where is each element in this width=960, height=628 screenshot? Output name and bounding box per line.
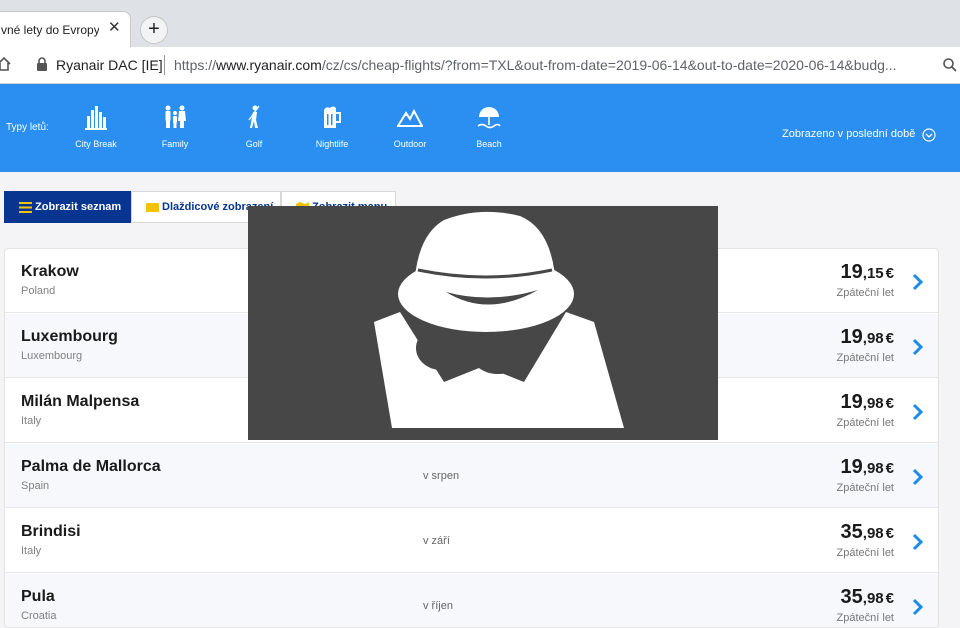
destination-city: Pula [21, 588, 55, 605]
travel-month: v srpen [423, 470, 460, 482]
category-label: City Break [75, 139, 117, 149]
tab-strip: vné lety do Evropy | ✕ + [0, 0, 960, 47]
category-label: Nightlife [315, 139, 349, 149]
category-beach[interactable]: Beach [459, 104, 519, 149]
flight-row[interactable]: Brindisi Italy v září 35,98 € Zpáteční le… [5, 509, 938, 573]
list-view-button[interactable]: Zobrazit seznam [4, 191, 131, 223]
recently-viewed-toggle[interactable]: Zobrazeno v poslední době [782, 128, 915, 140]
new-tab-button[interactable]: + [140, 16, 168, 44]
zoom-icon[interactable] [942, 57, 958, 73]
price: 35,98 € [841, 521, 894, 544]
travel-month: v září [423, 535, 450, 547]
category-family[interactable]: Family [145, 104, 205, 149]
price: 19,98 € [841, 326, 894, 349]
url-field[interactable]: https://www.ryanair.com/cz/cs/cheap-flig… [174, 57, 934, 73]
category-label: Beach [476, 139, 502, 149]
price-integer: 19 [840, 261, 863, 283]
chevron-right-icon[interactable] [912, 273, 924, 291]
price-decimal: ,98 [862, 590, 884, 607]
price-currency: € [885, 525, 894, 542]
category-outdoor[interactable]: Outdoor [380, 104, 440, 149]
category-label: Golf [245, 139, 263, 149]
tiles-icon [146, 203, 159, 212]
destination-country: Italy [21, 415, 42, 427]
chevron-right-icon[interactable] [912, 598, 924, 616]
incognito-icon [374, 211, 624, 428]
price: 19,98 € [841, 391, 894, 414]
destination-country: Italy [21, 545, 42, 557]
fare-type: Zpáteční let [836, 287, 894, 299]
destination-city: Milán Malpensa [21, 393, 140, 410]
url-prefix: https:// [174, 57, 217, 73]
price-currency: € [885, 395, 894, 412]
fare-type: Zpáteční let [836, 612, 894, 624]
category-city-break[interactable]: City Break [66, 104, 126, 149]
destination-city: Brindisi [21, 523, 81, 540]
category-nightlife[interactable]: Nightlife [302, 104, 362, 149]
incognito-overlay [248, 206, 718, 440]
mountain-icon [397, 108, 423, 127]
chevron-right-icon[interactable] [912, 533, 924, 551]
tab-close-icon[interactable]: ✕ [108, 19, 121, 37]
price: 35,98 € [841, 586, 894, 609]
price-currency: € [885, 265, 894, 282]
fare-type: Zpáteční let [836, 482, 894, 494]
chevron-down-circle-icon[interactable] [922, 128, 936, 142]
chevron-right-icon[interactable] [912, 403, 924, 421]
umbrella-icon [477, 107, 501, 129]
site-identity[interactable]: Ryanair DAC [IE] [56, 57, 163, 73]
tab-title: vné lety do Evropy | [1, 23, 99, 37]
url-host: www.ryanair.com [216, 57, 322, 73]
chevron-right-icon[interactable] [912, 338, 924, 356]
flight-types-bar: Typy letů: City Break Family Golf Nightl… [0, 84, 960, 172]
home-icon[interactable] [0, 56, 12, 72]
fare-type: Zpáteční let [836, 352, 894, 364]
url-path: /cz/cs/cheap-flights/?from=TXL&out-from-… [321, 57, 897, 73]
price-integer: 35 [840, 586, 863, 608]
price-currency: € [885, 590, 894, 607]
flight-types-label: Typy letů: [6, 122, 49, 133]
destination-country: Poland [21, 285, 56, 297]
category-label: Family [161, 139, 189, 149]
category-golf[interactable]: Golf [224, 104, 284, 149]
price-decimal: ,15 [862, 265, 884, 282]
price-decimal: ,98 [862, 330, 884, 347]
browser-tab[interactable]: vné lety do Evropy | ✕ [0, 11, 131, 47]
price-currency: € [885, 460, 894, 477]
destination-city: Palma de Mallorca [21, 458, 161, 475]
fare-type: Zpáteční let [836, 417, 894, 429]
city-icon [85, 106, 107, 130]
price-decimal: ,98 [862, 460, 884, 477]
list-icon [19, 202, 32, 213]
destination-country: Luxembourg [21, 350, 83, 362]
flight-row[interactable]: Pula Croatia v říjen 35,98 € Zpáteční let [5, 574, 938, 627]
price: 19,15 € [841, 261, 894, 284]
destination-city: Luxembourg [21, 328, 118, 345]
address-separator [164, 55, 165, 75]
flight-row[interactable]: Palma de Mallorca Spain v srpen 19,98 € Z… [5, 444, 938, 508]
destination-city: Krakow [21, 263, 79, 280]
price-decimal: ,98 [862, 395, 884, 412]
list-view-label: Zobrazit seznam [35, 201, 122, 213]
family-icon [165, 105, 186, 128]
price-currency: € [885, 330, 894, 347]
fare-type: Zpáteční let [836, 547, 894, 559]
travel-month: v říjen [423, 600, 453, 612]
address-bar: Ryanair DAC [IE] https://www.ryanair.com… [0, 47, 960, 84]
destination-country: Croatia [21, 610, 57, 622]
price-integer: 19 [840, 391, 863, 413]
category-label: Outdoor [393, 139, 427, 149]
lock-icon[interactable] [36, 57, 48, 71]
price-integer: 35 [840, 521, 863, 543]
price: 19,98 € [841, 456, 894, 479]
golf-icon [248, 105, 260, 128]
price-decimal: ,98 [862, 525, 884, 542]
price-integer: 19 [840, 456, 863, 478]
beer-icon [324, 106, 341, 128]
destination-country: Spain [21, 480, 50, 492]
price-integer: 19 [840, 326, 863, 348]
chevron-right-icon[interactable] [912, 468, 924, 486]
